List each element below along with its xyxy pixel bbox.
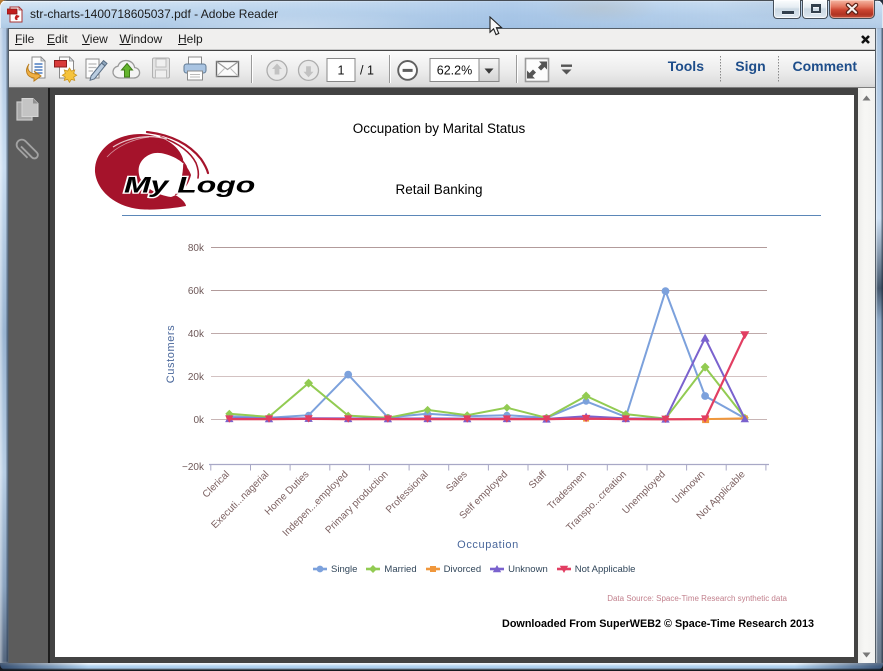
svg-text:/ 1: / 1 xyxy=(360,64,374,78)
svg-text:62.2%: 62.2% xyxy=(437,64,472,78)
svg-text:1: 1 xyxy=(338,64,345,78)
